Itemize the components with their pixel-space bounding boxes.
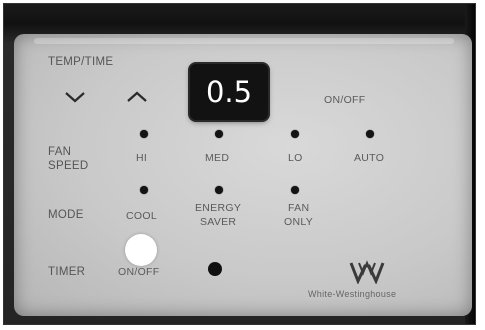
power-on-off-label[interactable]: ON/OFF [324,94,365,107]
mode-fan-only-button-line1[interactable]: FAN [288,202,309,215]
mode-energy-saver-indicator [215,186,223,194]
temp-time-label: TEMP/TIME [48,56,114,68]
mode-label: MODE [48,209,84,221]
brand-name: White-Westinghouse [308,289,397,299]
mode-cool-button[interactable]: COOL [126,210,157,223]
digital-display: 0.5 [190,64,268,120]
speed-label: SPEED [48,160,89,172]
appliance-photo: TEMP/TIME 0.5 ON/OFF FAN SPEED HI MED LO… [3,3,476,325]
fan-speed-lo-button[interactable]: LO [288,152,303,165]
fan-speed-auto-button[interactable]: AUTO [354,152,384,165]
fan-hi-indicator [140,130,148,138]
timer-label: TIMER [48,266,86,278]
fan-lo-indicator [291,130,299,138]
timer-on-off-button[interactable]: ON/OFF [118,266,159,279]
fan-med-indicator [215,130,223,138]
fan-speed-hi-button[interactable]: HI [136,152,147,165]
chevron-down-icon[interactable] [62,88,88,106]
mode-energy-saver-button-line2[interactable]: SAVER [200,216,236,229]
mode-cool-indicator [140,186,148,194]
chevron-up-icon[interactable] [124,88,150,106]
touch-indicator [125,234,157,266]
fan-label: FAN [48,146,72,158]
mode-fan-only-indicator [291,186,299,194]
white-westinghouse-logo [349,260,385,285]
timer-indicator [208,262,222,276]
display-value: 0.5 [205,75,253,109]
fan-speed-med-button[interactable]: MED [205,152,229,165]
mode-energy-saver-button-line1[interactable]: ENERGY [195,202,241,215]
mode-fan-only-button-line2[interactable]: ONLY [284,216,313,229]
fan-auto-indicator [366,130,374,138]
panel-glare [34,38,454,44]
